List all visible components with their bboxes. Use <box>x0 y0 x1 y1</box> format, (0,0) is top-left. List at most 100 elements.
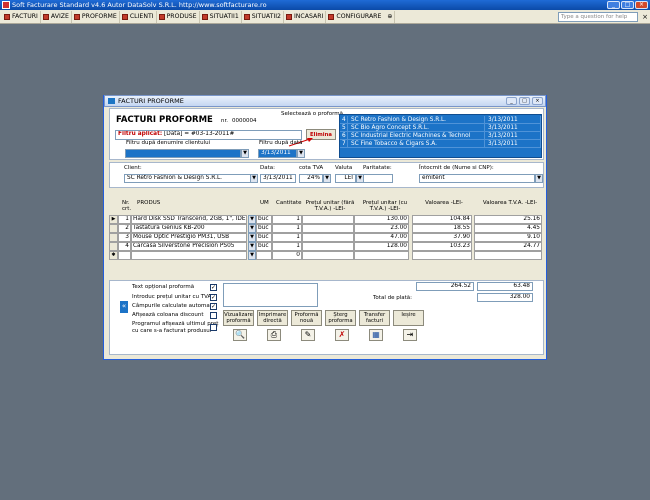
cell-pret-fara[interactable] <box>302 233 354 242</box>
campurile-checkbox[interactable]: ✓ <box>210 303 217 310</box>
chevron-down-icon[interactable]: ▼ <box>297 149 305 158</box>
cell-pret-cu[interactable] <box>354 251 409 260</box>
proforma-list[interactable]: 4 SC Retro Fashion & Design S.R.L. 3/13/20… <box>339 114 542 158</box>
afiseaza-checkbox[interactable] <box>210 312 217 319</box>
row-selector-icon[interactable] <box>109 233 118 242</box>
sterg-proforma-button[interactable]: Șterg proforma <box>325 310 356 326</box>
cell-cantitate[interactable]: 1 <box>272 233 302 242</box>
preview-icon[interactable]: 🔍 <box>233 329 247 341</box>
cell-cantitate[interactable]: 1 <box>272 242 302 251</box>
introduc-pret-checkbox[interactable]: ✓ <box>210 294 217 301</box>
menu-proforme[interactable]: PROFORME <box>72 10 120 23</box>
text-optional-textarea[interactable] <box>223 283 318 307</box>
maximize-button[interactable]: □ <box>621 1 634 9</box>
cell-pret-fara[interactable] <box>302 215 354 224</box>
proforma-list-item[interactable]: 4 SC Retro Fashion & Design S.R.L. 3/13/20… <box>340 116 541 124</box>
chevron-down-icon[interactable]: ▼ <box>248 242 256 251</box>
help-search-input[interactable]: Type a question for help <box>558 12 638 22</box>
cell-valoarea-tva[interactable]: 4.45 <box>474 224 542 233</box>
table-row[interactable]: 3 Mouse Optic Prestigio PM31, USB buc 1 47.0… <box>109 233 544 242</box>
menu-situatii1[interactable]: SITUATII1 <box>200 10 242 23</box>
transfer-icon[interactable]: ▦ <box>369 329 383 341</box>
menu-facturi[interactable]: FACTURI <box>2 10 41 23</box>
cell-nr[interactable]: 3 <box>118 233 131 242</box>
cell-pret-cu[interactable]: 23.00 <box>354 224 409 233</box>
row-selector-icon[interactable]: ▶ <box>109 215 118 224</box>
data-field[interactable]: 3/13/2011 <box>260 174 296 183</box>
cell-produs[interactable]: Tastatura Genius KB-200 <box>131 224 247 233</box>
menu-configurare[interactable]: CONFIGURARE ⊕ <box>326 10 396 23</box>
close-button[interactable]: × <box>635 1 648 9</box>
cell-nr[interactable]: 2 <box>118 224 131 233</box>
cell-cantitate[interactable]: 1 <box>272 215 302 224</box>
menu-produse[interactable]: PRODUSE <box>157 10 200 23</box>
menu-close-icon[interactable]: × <box>642 12 648 22</box>
cell-valoarea[interactable]: 104.84 <box>412 215 472 224</box>
chevron-down-icon[interactable]: ▼ <box>250 174 258 183</box>
paritate-field[interactable] <box>363 174 393 183</box>
proforma-list-item[interactable]: 6 SC Industrial Electric Machines & Techn… <box>340 132 541 140</box>
cell-valoarea-tva[interactable] <box>474 251 542 260</box>
row-selector-icon[interactable] <box>109 242 118 251</box>
cell-nr[interactable]: 4 <box>118 242 131 251</box>
imprimare-button[interactable]: Imprimare directă <box>257 310 288 326</box>
cell-um[interactable]: buc <box>256 233 272 242</box>
menu-situatii2[interactable]: SITUATII2 <box>242 10 284 23</box>
menu-avize[interactable]: AVIZE <box>41 10 72 23</box>
new-document-icon[interactable]: ✎ <box>301 329 315 341</box>
cell-valoarea-tva[interactable]: 25.16 <box>474 215 542 224</box>
minimize-button[interactable]: _ <box>607 1 620 9</box>
client-filter-combo[interactable] <box>125 149 241 158</box>
client-combo[interactable]: SC Retro Fashion & Design S.R.L. <box>124 174 256 183</box>
menu-incasari[interactable]: INCASARI <box>284 10 327 23</box>
date-filter-combo[interactable]: 3/13/2011 <box>258 149 297 158</box>
tva-combo[interactable]: 24% <box>299 174 323 183</box>
row-selector-icon[interactable] <box>109 224 118 233</box>
proforma-noua-button[interactable]: Proformă nouă <box>291 310 322 326</box>
cell-pret-fara[interactable] <box>302 242 354 251</box>
chevron-down-icon[interactable]: ▼ <box>248 251 256 260</box>
chevron-down-icon[interactable]: ▼ <box>241 149 249 158</box>
chevron-down-icon[interactable]: ▼ <box>248 233 256 242</box>
menu-extra-icon[interactable]: ⊕ <box>387 11 392 23</box>
cell-valoarea[interactable] <box>412 251 472 260</box>
proforma-list-item[interactable]: 7 SC Fine Tobacco & Cigars S.A. 3/13/2011 <box>340 140 541 148</box>
cell-um[interactable] <box>256 251 272 260</box>
cell-valoarea[interactable]: 37.90 <box>412 233 472 242</box>
window-restore-button[interactable]: □ <box>519 97 530 105</box>
cell-um[interactable]: buc <box>256 215 272 224</box>
table-row[interactable]: 2 Tastatura Genius KB-200 buc 1 23.00 18.55 4.… <box>109 224 544 233</box>
collapse-arrow-icon[interactable]: « <box>120 301 128 313</box>
cell-pret-cu[interactable]: 130.00 <box>354 215 409 224</box>
iesire-button[interactable]: Ieșire <box>393 310 424 326</box>
transfer-facturi-button[interactable]: Transfer facturi <box>359 310 390 326</box>
text-optional-checkbox[interactable]: ✓ <box>210 284 217 291</box>
valuta-combo[interactable]: LEI <box>335 174 356 183</box>
exit-door-icon[interactable]: ⇥ <box>403 329 417 341</box>
window-minimize-button[interactable]: _ <box>506 97 517 105</box>
delete-icon[interactable]: ✗ <box>335 329 349 341</box>
cell-nr[interactable]: 1 <box>118 215 131 224</box>
intocmit-combo[interactable]: emitent <box>419 174 535 183</box>
cell-produs[interactable]: Carcasa Silverstone Precision PS05 <box>131 242 247 251</box>
table-row[interactable]: 4 Carcasa Silverstone Precision PS05 buc 1 1… <box>109 242 544 251</box>
cell-produs[interactable]: Mouse Optic Prestigio PM31, USB <box>131 233 247 242</box>
cell-valoarea[interactable]: 18.55 <box>412 224 472 233</box>
cell-cantitate[interactable]: 0 <box>272 251 302 260</box>
table-row[interactable]: ✱ 0 ▼ <box>109 251 544 260</box>
menu-clienti[interactable]: CLIENTI <box>120 10 157 23</box>
row-selector-icon[interactable]: ✱ <box>109 251 118 260</box>
cell-nr[interactable] <box>118 251 131 260</box>
cell-produs[interactable]: Hard Disk SSD Transcend, 2GB, 1", IDE, <box>131 215 247 224</box>
cell-valoarea-tva[interactable]: 24.77 <box>474 242 542 251</box>
cell-valoarea[interactable]: 103.23 <box>412 242 472 251</box>
cell-um[interactable]: buc <box>256 242 272 251</box>
cell-cantitate[interactable]: 1 <box>272 224 302 233</box>
cell-produs[interactable] <box>131 251 247 260</box>
proforma-list-item[interactable]: 5 SC Bio Agro Concept S.R.L. 3/13/2011 <box>340 124 541 132</box>
chevron-down-icon[interactable]: ▼ <box>248 215 256 224</box>
chevron-down-icon[interactable]: ▼ <box>248 224 256 233</box>
programul-checkbox[interactable] <box>210 324 217 331</box>
vizualizare-button[interactable]: Vizualizare proformă <box>223 310 254 326</box>
table-row[interactable]: ▶ 1 Hard Disk SSD Transcend, 2GB, 1", IDE,… <box>109 215 544 224</box>
